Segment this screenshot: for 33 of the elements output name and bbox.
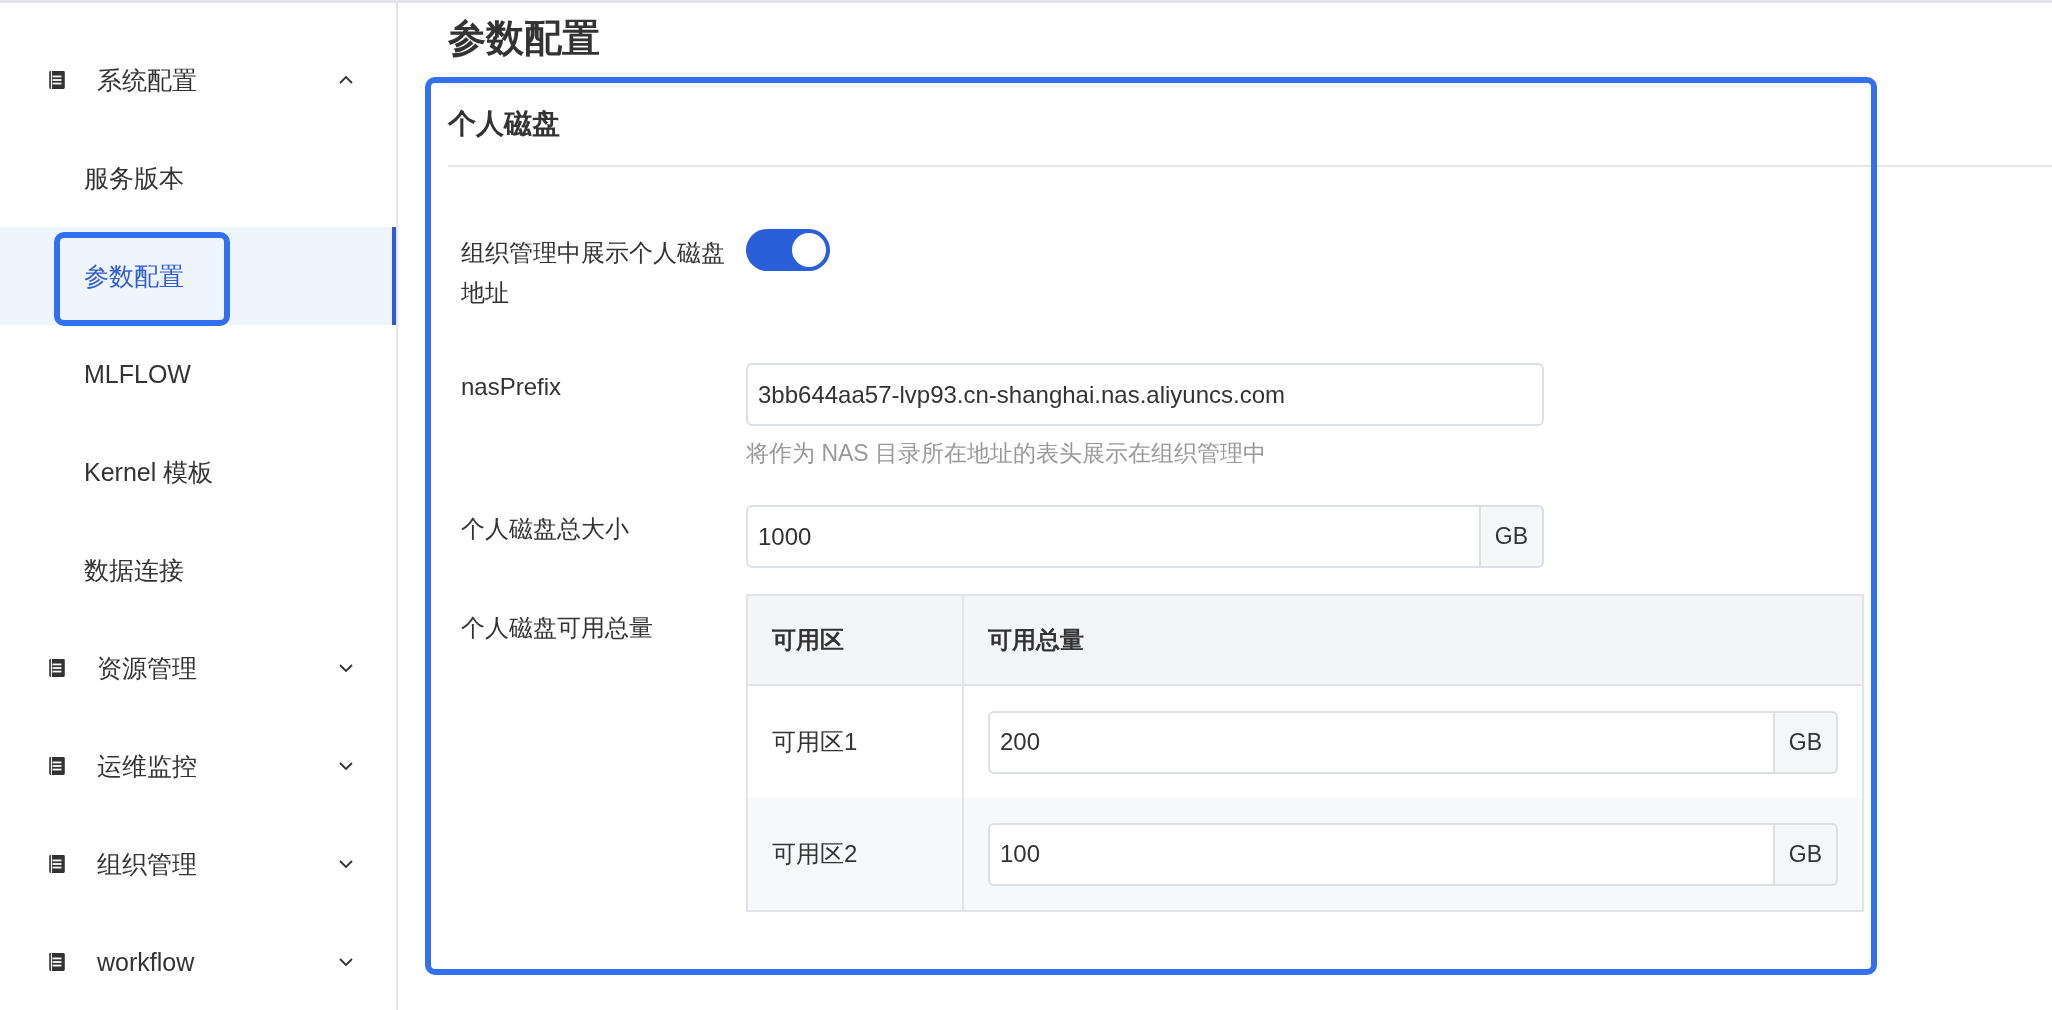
table-cell: 可用区2 bbox=[747, 798, 963, 911]
input-field[interactable]: 200 bbox=[988, 710, 1775, 774]
menu-item[interactable]: 参数配置 bbox=[0, 227, 396, 325]
input-field[interactable]: 1000 bbox=[746, 505, 1481, 568]
document-icon bbox=[48, 756, 66, 776]
unit-label: GB bbox=[1774, 822, 1838, 886]
column-header: 可用总量 bbox=[963, 595, 1863, 685]
unit-label: GB bbox=[1774, 710, 1838, 774]
section-title: 个人磁盘 bbox=[448, 79, 2052, 167]
input-field[interactable]: 100 bbox=[988, 822, 1775, 886]
menu-item[interactable]: 服务版本 bbox=[0, 129, 396, 227]
menu-group[interactable]: 系统配置 bbox=[0, 31, 396, 129]
input-field[interactable]: 3bb644aa57-lvp93.cn-shanghai.nas.aliyuncs.com bbox=[746, 363, 1544, 426]
document-icon bbox=[48, 658, 66, 678]
menu-item[interactable]: Kernel 模板 bbox=[0, 423, 396, 521]
menu-item[interactable]: MLFLOW bbox=[0, 325, 396, 423]
menu-item[interactable]: 数据连接 bbox=[0, 521, 396, 619]
menu-group[interactable]: 运维监控 bbox=[0, 717, 396, 815]
page-title: 参数配置 bbox=[448, 16, 601, 61]
toggle-switch[interactable] bbox=[746, 229, 830, 271]
menu-group[interactable]: 资源管理 bbox=[0, 619, 396, 717]
field-label: 个人磁盘总大小 bbox=[461, 514, 630, 544]
document-icon bbox=[48, 952, 66, 972]
field-label: nasPrefix bbox=[461, 372, 563, 402]
field-label: 个人磁盘可用总量 bbox=[461, 613, 654, 643]
document-icon bbox=[48, 70, 66, 90]
unit-label: GB bbox=[1480, 505, 1544, 568]
menu-group[interactable]: workflow bbox=[0, 913, 396, 1010]
field-label: 组织管理中展示个人磁盘地址 bbox=[461, 238, 726, 308]
field-hint: 将作为 NAS 目录所在地址的表头展示在组织管理中 bbox=[746, 439, 1268, 468]
document-icon bbox=[48, 854, 66, 874]
menu-group[interactable]: 组织管理 bbox=[0, 815, 396, 913]
column-header: 可用区 bbox=[747, 595, 963, 685]
